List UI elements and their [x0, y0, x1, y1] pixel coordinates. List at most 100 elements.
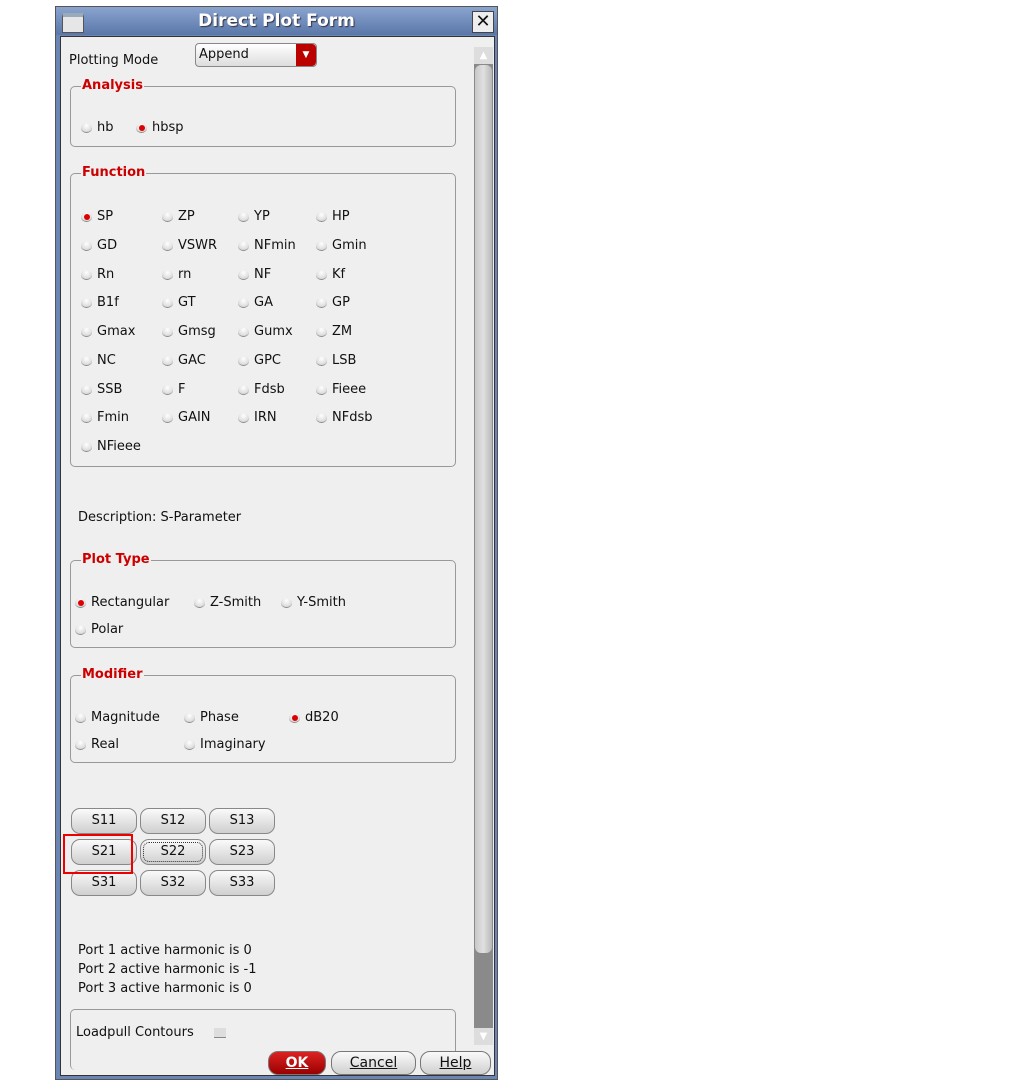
analysis-title: Analysis — [81, 78, 144, 93]
radio-icon[interactable] — [136, 123, 147, 133]
radio-icon[interactable] — [75, 713, 86, 723]
radio-icon[interactable] — [162, 355, 173, 366]
radio-label: Imaginary — [200, 737, 266, 752]
radio-label: GA — [254, 295, 273, 311]
radio-label: NFdsb — [332, 410, 373, 426]
radio-label: Gmax — [97, 324, 136, 339]
scroll-down-icon[interactable]: ▼ — [474, 1028, 493, 1045]
radio-icon[interactable] — [238, 327, 249, 337]
radio-label: GAC — [178, 352, 206, 368]
plot-type-group: Plot Type Rectangular Z-Smith Y-Smith Polar — [70, 552, 456, 648]
radio-icon[interactable] — [81, 212, 92, 222]
close-icon[interactable]: ✕ — [472, 11, 494, 33]
radio-icon[interactable] — [75, 598, 86, 608]
radio-icon[interactable] — [316, 384, 327, 395]
radio-icon[interactable] — [81, 384, 92, 395]
description-text: Description: S-Parameter — [78, 510, 242, 525]
radio-icon[interactable] — [238, 240, 249, 251]
radio-icon[interactable] — [238, 384, 249, 395]
vertical-scrollbar[interactable]: ▲ ▼ — [474, 47, 493, 1045]
radio-icon[interactable] — [289, 713, 300, 723]
radio-icon[interactable] — [194, 598, 205, 608]
radio-label: Y-Smith — [297, 595, 346, 610]
radio-icon[interactable] — [316, 212, 327, 222]
radio-label: Magnitude — [91, 710, 160, 725]
scrollbar-thumb[interactable] — [475, 65, 492, 953]
modifier-title: Modifier — [81, 667, 144, 682]
radio-icon[interactable] — [316, 355, 327, 366]
radio-label: rn — [178, 266, 192, 282]
function-title: Function — [81, 165, 147, 180]
radio-label: Fdsb — [254, 381, 285, 397]
radio-label: hbsp — [152, 120, 184, 135]
radio-label: SSB — [97, 381, 123, 397]
radio-icon[interactable] — [316, 269, 327, 280]
radio-icon[interactable] — [316, 240, 327, 251]
ok-button[interactable]: OK — [268, 1051, 326, 1075]
radio-label: SP — [97, 209, 114, 224]
button-s23[interactable]: S23 — [209, 839, 275, 865]
direct-plot-form-window: Direct Plot Form ✕ Plotting Mode Append … — [55, 6, 498, 1080]
function-group: Function SP ZP YP HP GD VSWR NFmin Gmin Rn rn NF Kf… — [70, 165, 456, 467]
radio-icon[interactable] — [81, 355, 92, 366]
port-1-text: Port 1 active harmonic is 0 — [78, 943, 252, 958]
radio-icon[interactable] — [316, 413, 327, 424]
button-s13[interactable]: S13 — [209, 808, 275, 834]
radio-icon[interactable] — [238, 269, 249, 280]
radio-label: GP — [332, 295, 350, 311]
radio-icon[interactable] — [81, 240, 92, 251]
radio-icon[interactable] — [316, 327, 327, 337]
help-button[interactable]: Help — [420, 1051, 491, 1075]
radio-icon[interactable] — [238, 355, 249, 366]
radio-icon[interactable] — [184, 740, 195, 750]
modifier-group: Modifier Magnitude Phase dB20 Real Imaginary — [70, 667, 456, 763]
plotting-mode-label: Plotting Mode — [69, 53, 159, 68]
radio-icon[interactable] — [81, 442, 92, 452]
radio-label: ZP — [178, 209, 195, 224]
radio-icon[interactable] — [81, 269, 92, 280]
cancel-button[interactable]: Cancel — [331, 1051, 416, 1075]
radio-label: Fmin — [97, 410, 129, 426]
radio-label: Kf — [332, 266, 346, 282]
radio-icon[interactable] — [81, 413, 92, 424]
highlight-box — [63, 834, 133, 874]
port-2-text: Port 2 active harmonic is -1 — [78, 962, 257, 977]
radio-icon[interactable] — [238, 298, 249, 309]
plot-type-title: Plot Type — [81, 552, 151, 567]
chevron-down-icon: ▼ — [296, 44, 316, 66]
radio-icon[interactable] — [75, 740, 86, 750]
radio-icon[interactable] — [184, 713, 195, 723]
radio-icon[interactable] — [162, 240, 173, 251]
radio-icon[interactable] — [81, 327, 92, 337]
button-s11[interactable]: S11 — [71, 808, 137, 834]
radio-icon[interactable] — [81, 123, 92, 133]
radio-label: NFieee — [97, 439, 141, 454]
radio-icon[interactable] — [238, 413, 249, 424]
button-s33[interactable]: S33 — [209, 870, 275, 896]
radio-label: Rn — [97, 266, 115, 282]
port-3-text: Port 3 active harmonic is 0 — [78, 981, 252, 996]
radio-icon[interactable] — [281, 598, 292, 608]
radio-label: GAIN — [178, 410, 211, 426]
radio-label: LSB — [332, 352, 357, 368]
radio-icon[interactable] — [162, 413, 173, 424]
radio-label: Gumx — [254, 324, 293, 339]
radio-icon[interactable] — [316, 298, 327, 309]
radio-icon[interactable] — [162, 384, 173, 395]
radio-icon[interactable] — [238, 212, 249, 222]
radio-label: Gmin — [332, 237, 367, 253]
radio-label: F — [178, 381, 186, 397]
radio-icon[interactable] — [162, 298, 173, 309]
radio-icon[interactable] — [162, 327, 173, 337]
button-s32[interactable]: S32 — [140, 870, 206, 896]
button-s12[interactable]: S12 — [140, 808, 206, 834]
plotting-mode-dropdown[interactable]: Append ▼ — [195, 43, 317, 67]
radio-icon[interactable] — [162, 212, 173, 222]
scroll-up-icon[interactable]: ▲ — [474, 47, 493, 64]
radio-icon[interactable] — [75, 625, 86, 635]
button-s22[interactable]: S22 — [140, 839, 206, 865]
radio-icon[interactable] — [81, 298, 92, 309]
loadpull-checkbox[interactable] — [214, 1028, 226, 1038]
radio-icon[interactable] — [162, 269, 173, 280]
radio-label: NC — [97, 352, 116, 368]
